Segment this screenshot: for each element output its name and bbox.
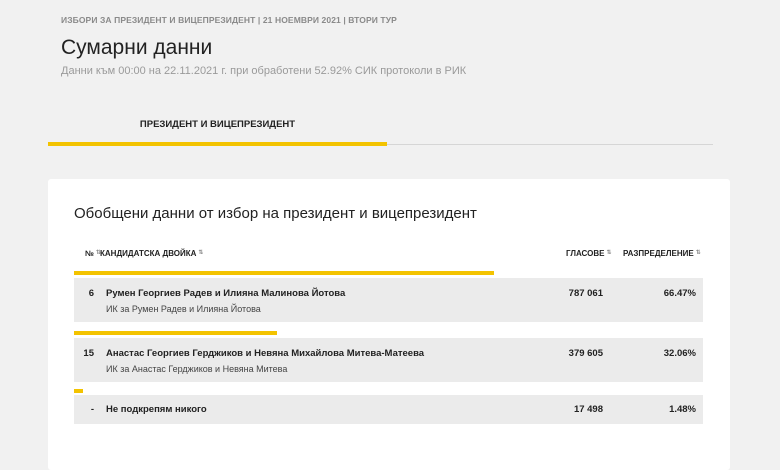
column-header-number[interactable]: № ⇅ bbox=[85, 249, 101, 258]
column-header-votes[interactable]: ГЛАСОВЕ ⇅ bbox=[566, 249, 611, 258]
row-share: 1.48% bbox=[669, 404, 696, 415]
row-candidates: Не подкрепям никого bbox=[106, 404, 207, 415]
results-card: Обобщени данни от избор на президент и в… bbox=[48, 179, 730, 470]
row-candidates: Анастас Георгиев Герджиков и Невяна Миха… bbox=[106, 348, 425, 359]
row-votes: 379 605 bbox=[568, 348, 603, 359]
row-number: 6 bbox=[88, 288, 94, 299]
sort-icon: ⇅ bbox=[606, 250, 612, 256]
results-table-title: Обобщени данни от избор на президент и в… bbox=[74, 205, 477, 222]
column-header-candidates[interactable]: КАНДИДАТСКА ДВОЙКА ⇅ bbox=[100, 249, 203, 258]
row-number: 15 bbox=[83, 348, 94, 359]
tab-president[interactable]: ПРЕЗИДЕНТ И ВИЦЕПРЕЗИДЕНТ bbox=[48, 105, 387, 144]
table-row[interactable]: 6 Румен Георгиев Радев и Илияна Малинова… bbox=[74, 278, 703, 322]
row-votes: 787 061 bbox=[568, 288, 603, 299]
row-candidates: Румен Георгиев Радев и Илияна Малинова Й… bbox=[106, 288, 346, 299]
tab-active-indicator bbox=[48, 142, 387, 146]
table-row[interactable]: 15 Анастас Георгиев Герджиков и Невяна М… bbox=[74, 338, 703, 382]
tab-bar: ПРЕЗИДЕНТ И ВИЦЕПРЕЗИДЕНТ bbox=[48, 105, 713, 146]
table-header: № ⇅ КАНДИДАТСКА ДВОЙКА ⇅ ГЛАСОВЕ ⇅ РАЗПРЕДЕ… bbox=[74, 249, 703, 263]
share-bar bbox=[74, 389, 84, 393]
table-row[interactable]: - Не подкрепям никого 17 498 1.48% bbox=[74, 395, 703, 424]
share-bar bbox=[74, 331, 277, 335]
row-number: - bbox=[90, 404, 94, 415]
page-title: Сумарни данни bbox=[61, 36, 213, 59]
page-subtitle: Данни към 00:00 на 22.11.2021 г. при обр… bbox=[61, 65, 467, 77]
sort-icon: ⇅ bbox=[695, 250, 701, 256]
column-header-share[interactable]: РАЗПРЕДЕЛЕНИЕ ⇅ bbox=[623, 249, 701, 258]
row-share: 32.06% bbox=[663, 348, 696, 359]
share-bar bbox=[74, 271, 494, 275]
row-committee: ИК за Анастас Герджиков и Невяна Митева bbox=[106, 364, 288, 374]
election-line: ИЗБОРИ ЗА ПРЕЗИДЕНТ И ВИЦЕПРЕЗИДЕНТ | 21… bbox=[61, 15, 397, 25]
row-committee: ИК за Румен Радев и Илияна Йотова bbox=[106, 304, 261, 314]
sort-icon: ⇅ bbox=[198, 250, 204, 256]
row-votes: 17 498 bbox=[573, 404, 603, 415]
row-share: 66.47% bbox=[663, 288, 696, 299]
